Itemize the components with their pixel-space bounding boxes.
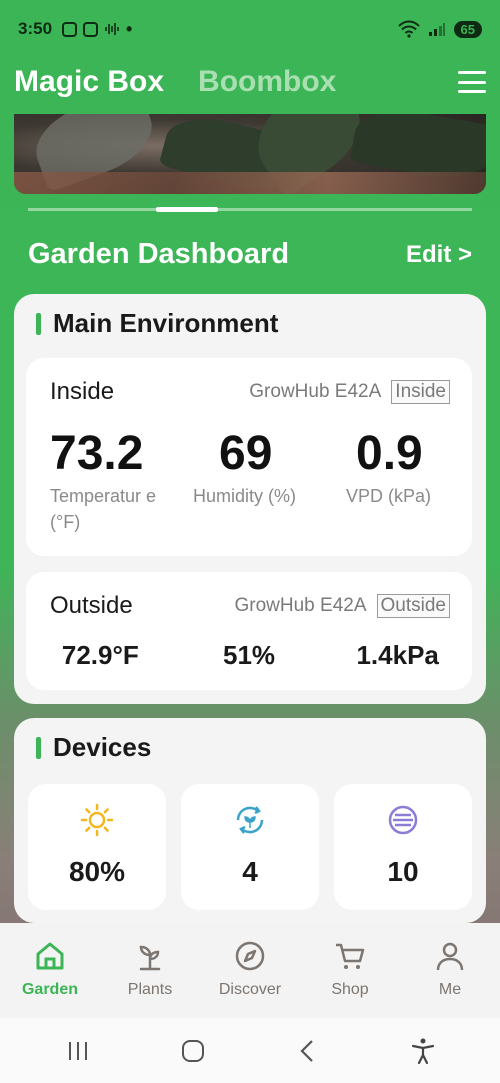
- hamburger-menu-icon[interactable]: [458, 71, 486, 93]
- person-icon: [436, 942, 464, 971]
- outside-humidity: 51%: [222, 640, 276, 670]
- tab-boombox[interactable]: Boombox: [198, 65, 336, 99]
- notification-icons: •: [62, 19, 132, 40]
- nav-garden[interactable]: Garden: [0, 923, 100, 1018]
- device-tile-list[interactable]: 10: [334, 784, 472, 910]
- sprout-icon: [139, 945, 161, 971]
- list-circle-icon: [388, 805, 418, 835]
- humidity-label: Humidity (%): [193, 486, 297, 506]
- temperature-value: 73.2: [50, 427, 144, 480]
- status-bar: 3:50 • 65: [0, 0, 500, 58]
- recent-apps-button[interactable]: [48, 1031, 108, 1071]
- accent-bar: [36, 312, 41, 335]
- inside-badge: Inside: [391, 380, 450, 404]
- humidity-value: 69: [219, 427, 273, 480]
- nav-shop-label: Shop: [331, 981, 369, 998]
- tab-magic-box[interactable]: Magic Box: [14, 65, 164, 99]
- main-environment-title: Main Environment: [53, 308, 279, 338]
- recents-icon: [68, 1041, 87, 1060]
- cycle-value: 4: [242, 856, 258, 887]
- nav-me[interactable]: Me: [400, 923, 500, 1018]
- bottom-navigation: Garden Plants Discover Shop Me: [0, 923, 500, 1018]
- carousel-indicator[interactable]: [156, 207, 218, 212]
- accessibility-icon: [411, 1038, 434, 1064]
- edit-button[interactable]: Edit >: [406, 241, 472, 269]
- status-time: 3:50: [18, 19, 53, 38]
- vpd-metric: 0.9 VPD (kPa): [346, 426, 466, 509]
- device-tile-cycle[interactable]: 4: [181, 784, 319, 910]
- vpd-value: 0.9: [356, 427, 423, 480]
- home-button[interactable]: [163, 1031, 223, 1071]
- app-bar: Magic Box Boombox: [14, 62, 486, 102]
- light-value: 80%: [68, 856, 126, 887]
- wifi-icon: [397, 20, 420, 38]
- instagram-icon: [62, 21, 78, 37]
- temperature-metric: 73.2 Temperatur e (°F): [50, 426, 170, 535]
- inside-panel[interactable]: Inside GrowHub E42A Inside 73.2 Temperat…: [26, 358, 472, 556]
- devices-title: Devices: [53, 732, 152, 762]
- outside-values: 72.9°F 51% 1.4kPa: [26, 640, 472, 671]
- nav-plants-label: Plants: [127, 981, 173, 998]
- outside-device-name: GrowHub E42A: [234, 595, 367, 616]
- main-environment-heading: Main Environment: [36, 308, 278, 339]
- system-navigation-bar: [0, 1018, 500, 1083]
- hero-banner-image[interactable]: [14, 114, 486, 194]
- battery-indicator: 65: [453, 20, 482, 38]
- vpd-label: VPD (kPa): [346, 486, 432, 506]
- outside-temperature: 72.9°F: [61, 640, 139, 670]
- nav-discover-label: Discover: [218, 981, 282, 998]
- accent-bar: [36, 736, 41, 759]
- inside-device: GrowHub E42A Inside: [249, 380, 450, 404]
- humidity-metric: 69 Humidity (%): [193, 426, 303, 509]
- nav-plants[interactable]: Plants: [100, 923, 200, 1018]
- dot-icon: •: [126, 18, 133, 39]
- inside-label: Inside: [50, 378, 115, 405]
- devices-card: Devices 80% 4 10: [14, 718, 486, 923]
- outside-panel[interactable]: Outside GrowHub E42A Outside 72.9°F 51% …: [26, 572, 472, 690]
- audio-wave-icon: [105, 23, 119, 35]
- temperature-label: Temperatur e (°F): [50, 486, 157, 532]
- cart-icon: [336, 943, 365, 969]
- nav-me-label: Me: [438, 981, 462, 998]
- nav-garden-label: Garden: [21, 981, 78, 998]
- list-value: 10: [387, 856, 419, 887]
- device-tile-light[interactable]: 80%: [28, 784, 166, 910]
- main-environment-card: Main Environment Inside GrowHub E42A Ins…: [14, 294, 486, 704]
- inside-device-name: GrowHub E42A: [249, 381, 382, 402]
- outside-label: Outside: [50, 592, 133, 619]
- home-icon: [36, 942, 64, 970]
- news-icon: [83, 21, 99, 37]
- accessibility-button[interactable]: [393, 1031, 453, 1071]
- back-button[interactable]: [278, 1031, 338, 1071]
- back-chevron-icon: [299, 1039, 313, 1062]
- sun-icon: [80, 803, 114, 837]
- signal-icon: [428, 23, 445, 36]
- home-circle-icon: [181, 1039, 204, 1062]
- recycle-plant-icon: [236, 806, 264, 834]
- outside-badge: Outside: [376, 594, 450, 618]
- dashboard-header: Garden Dashboard Edit >: [28, 238, 472, 271]
- compass-icon: [235, 941, 265, 971]
- nav-shop[interactable]: Shop: [300, 923, 400, 1018]
- outside-device: GrowHub E42A Outside: [234, 594, 450, 618]
- page-title: Garden Dashboard: [28, 238, 290, 270]
- carousel-track: [28, 208, 472, 211]
- outside-vpd: 1.4kPa: [356, 640, 439, 670]
- nav-discover[interactable]: Discover: [200, 923, 300, 1018]
- devices-heading: Devices: [36, 732, 151, 763]
